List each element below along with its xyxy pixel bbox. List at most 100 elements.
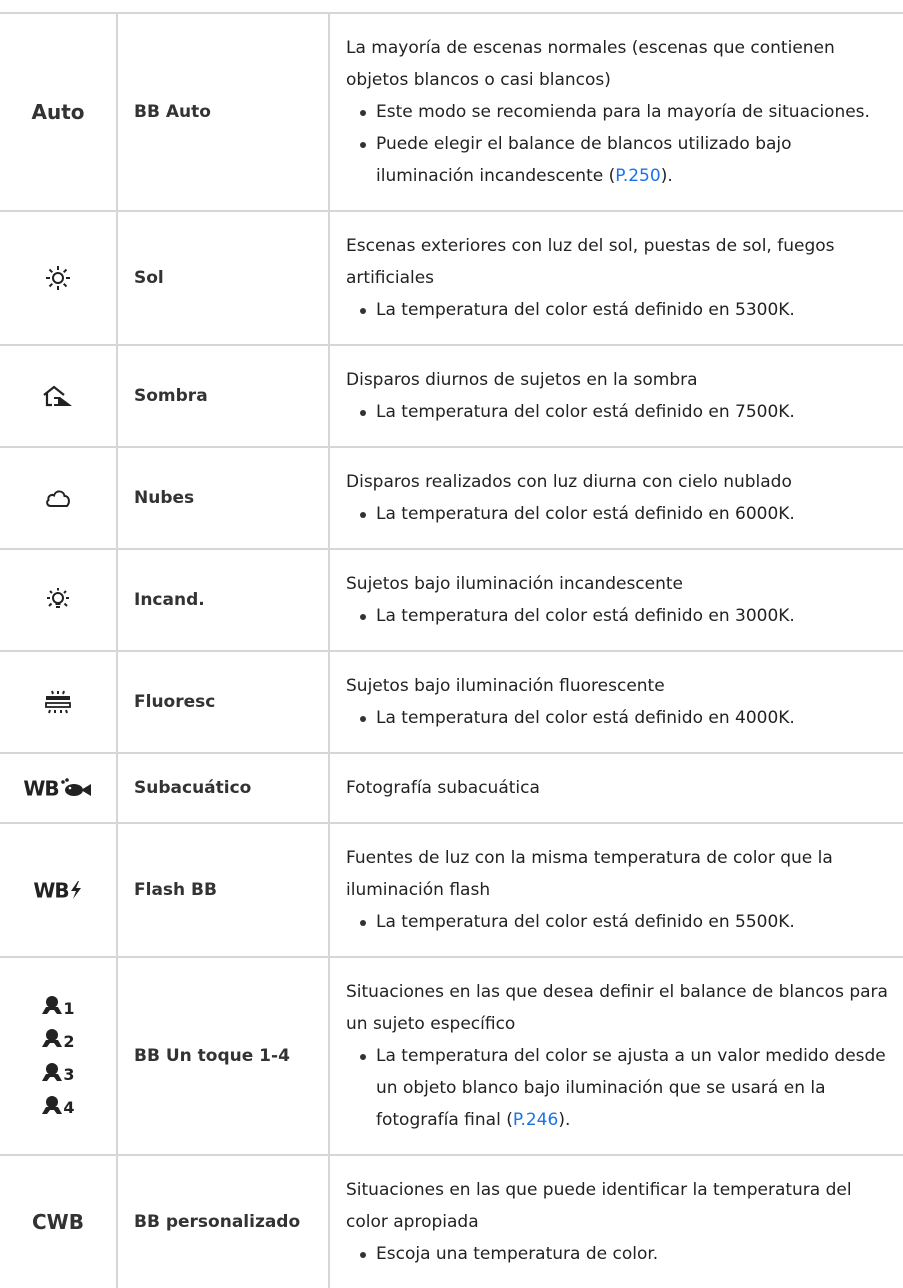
description-cell: Sujetos bajo iluminación fluorescente La… bbox=[329, 651, 903, 754]
bullet-item: La temperatura del color está definido e… bbox=[360, 498, 893, 530]
description: La mayoría de escenas normales (escenas … bbox=[346, 38, 835, 90]
bullet-item: La temperatura del color está definido e… bbox=[360, 906, 893, 938]
table-row: Sol Escenas exteriores con luz del sol, … bbox=[0, 211, 903, 346]
description: Sujetos bajo iluminación fluorescente bbox=[346, 676, 665, 696]
description: Situaciones en las que puede identificar… bbox=[346, 1180, 852, 1232]
one-touch-1-icon: 1 bbox=[41, 995, 75, 1018]
one-touch-wb-icon bbox=[42, 1062, 63, 1081]
icon-cell: WB bbox=[0, 823, 118, 958]
description-cell: Situaciones en las que desea definir el … bbox=[329, 957, 903, 1156]
mode-name: BB Auto bbox=[117, 12, 330, 212]
bullet-tail: ). bbox=[660, 166, 673, 186]
table-row: Incand. Sujetos bajo iluminación incande… bbox=[0, 549, 903, 652]
bullet-item: Escoja una temperatura de color. bbox=[360, 1238, 893, 1270]
mode-name: BB personalizado bbox=[117, 1155, 330, 1288]
one-touch-wb-icon bbox=[42, 1029, 63, 1048]
icon-cell bbox=[0, 211, 118, 346]
bullet-item: La temperatura del color está definido e… bbox=[360, 294, 893, 326]
icon-cell bbox=[0, 651, 118, 754]
bullet-tail: ). bbox=[558, 1110, 571, 1130]
page-link[interactable]: P.250 bbox=[615, 166, 660, 186]
bullet-list: La temperatura del color está definido e… bbox=[346, 396, 893, 428]
table-row: WB Flash BB Fuentes de luz con la misma … bbox=[0, 823, 903, 958]
one-touch-icon: 1 2 3 4 bbox=[0, 995, 116, 1118]
description-cell: Sujetos bajo iluminación incandescente L… bbox=[329, 549, 903, 652]
fluorescent-icon bbox=[45, 690, 71, 714]
description: Disparos diurnos de sujetos en la sombra bbox=[346, 370, 698, 390]
icon-cell bbox=[0, 345, 118, 448]
table-row: Auto BB Auto La mayoría de escenas norma… bbox=[0, 12, 903, 212]
bullet-item: Puede elegir el balance de blancos utili… bbox=[360, 128, 893, 192]
description-cell: La mayoría de escenas normales (escenas … bbox=[329, 12, 903, 212]
mode-name: Subacuático bbox=[117, 753, 330, 824]
description-cell: Situaciones en las que puede identificar… bbox=[329, 1155, 903, 1288]
mode-name: Fluoresc bbox=[117, 651, 330, 754]
bullet-list: Escoja una temperatura de color. bbox=[346, 1238, 893, 1270]
description: Fuentes de luz con la misma temperatura … bbox=[346, 848, 833, 900]
bullet-list: La temperatura del color está definido e… bbox=[346, 906, 893, 938]
description-cell: Disparos diurnos de sujetos en la sombra… bbox=[329, 345, 903, 448]
description: Situaciones en las que desea definir el … bbox=[346, 982, 888, 1034]
bullet-list: La temperatura del color se ajusta a un … bbox=[346, 1040, 893, 1136]
incandescent-icon bbox=[47, 588, 69, 608]
lightning-bolt-icon bbox=[70, 881, 81, 899]
underwater-icon: WB bbox=[23, 776, 92, 800]
table-row: 1 2 3 4 BB Un toque 1-4 Situaciones en l… bbox=[0, 957, 903, 1156]
digit: 1 bbox=[63, 998, 75, 1018]
wb-label: WB bbox=[23, 776, 59, 800]
bullet-list: Este modo se recomienda para la mayoría … bbox=[346, 96, 893, 192]
bullet-item: La temperatura del color está definido e… bbox=[360, 396, 893, 428]
description-cell: Disparos realizados con luz diurna con c… bbox=[329, 447, 903, 550]
sun-icon bbox=[46, 266, 70, 290]
bullet-list: La temperatura del color está definido e… bbox=[346, 498, 893, 530]
flash-icon: WB bbox=[33, 878, 82, 902]
description: Disparos realizados con luz diurna con c… bbox=[346, 472, 792, 492]
mode-name: Nubes bbox=[117, 447, 330, 550]
bullet-list: La temperatura del color está definido e… bbox=[346, 600, 893, 632]
mode-name: Flash BB bbox=[117, 823, 330, 958]
mode-name: BB Un toque 1-4 bbox=[117, 957, 330, 1156]
description-cell: Escenas exteriores con luz del sol, pues… bbox=[329, 211, 903, 346]
table-row: CWB BB personalizado Situaciones en las … bbox=[0, 1155, 903, 1288]
bullet-item: La temperatura del color está definido e… bbox=[360, 600, 893, 632]
cwb-icon: CWB bbox=[32, 1210, 84, 1234]
description: Fotografía subacuática bbox=[346, 778, 540, 798]
description-cell: Fotografía subacuática bbox=[329, 753, 903, 824]
bullet-item: La temperatura del color está definido e… bbox=[360, 702, 893, 734]
bullet-item: La temperatura del color se ajusta a un … bbox=[360, 1040, 893, 1136]
icon-cell: Auto bbox=[0, 12, 118, 212]
fish-icon bbox=[60, 778, 91, 796]
bullet-text: Puede elegir el balance de blancos utili… bbox=[376, 134, 792, 186]
bullet-item: Este modo se recomienda para la mayoría … bbox=[360, 96, 893, 128]
one-touch-wb-icon bbox=[42, 996, 63, 1015]
wb-label: WB bbox=[33, 878, 69, 902]
description: Escenas exteriores con luz del sol, pues… bbox=[346, 236, 835, 288]
page-link[interactable]: P.246 bbox=[513, 1110, 558, 1130]
mode-name: Incand. bbox=[117, 549, 330, 652]
table-row: WB Subacuático Fotografía subacuática bbox=[0, 753, 903, 824]
icon-cell bbox=[0, 447, 118, 550]
bullet-text: La temperatura del color se ajusta a un … bbox=[376, 1046, 886, 1130]
bullet-list: La temperatura del color está definido e… bbox=[346, 294, 893, 326]
icon-cell bbox=[0, 549, 118, 652]
one-touch-4-icon: 4 bbox=[41, 1094, 75, 1118]
digit: 2 bbox=[63, 1032, 75, 1051]
mode-name: Sol bbox=[117, 211, 330, 346]
shade-icon bbox=[43, 385, 72, 407]
bullet-list: La temperatura del color está definido e… bbox=[346, 702, 893, 734]
auto-icon: Auto bbox=[31, 100, 85, 124]
table-row: Nubes Disparos realizados con luz diurna… bbox=[0, 447, 903, 550]
icon-cell: CWB bbox=[0, 1155, 118, 1288]
icon-cell: WB bbox=[0, 753, 118, 824]
one-touch-wb-icon bbox=[42, 1095, 63, 1114]
table-row: Sombra Disparos diurnos de sujetos en la… bbox=[0, 345, 903, 448]
icon-cell: 1 2 3 4 bbox=[0, 957, 118, 1156]
digit: 4 bbox=[63, 1098, 75, 1118]
mode-name: Sombra bbox=[117, 345, 330, 448]
description: Sujetos bajo iluminación incandescente bbox=[346, 574, 684, 594]
digit: 3 bbox=[63, 1065, 75, 1085]
cloud-icon bbox=[46, 490, 70, 507]
table-row: Fluoresc Sujetos bajo iluminación fluore… bbox=[0, 651, 903, 754]
one-touch-3-icon: 3 bbox=[41, 1061, 75, 1085]
description-cell: Fuentes de luz con la misma temperatura … bbox=[329, 823, 903, 958]
